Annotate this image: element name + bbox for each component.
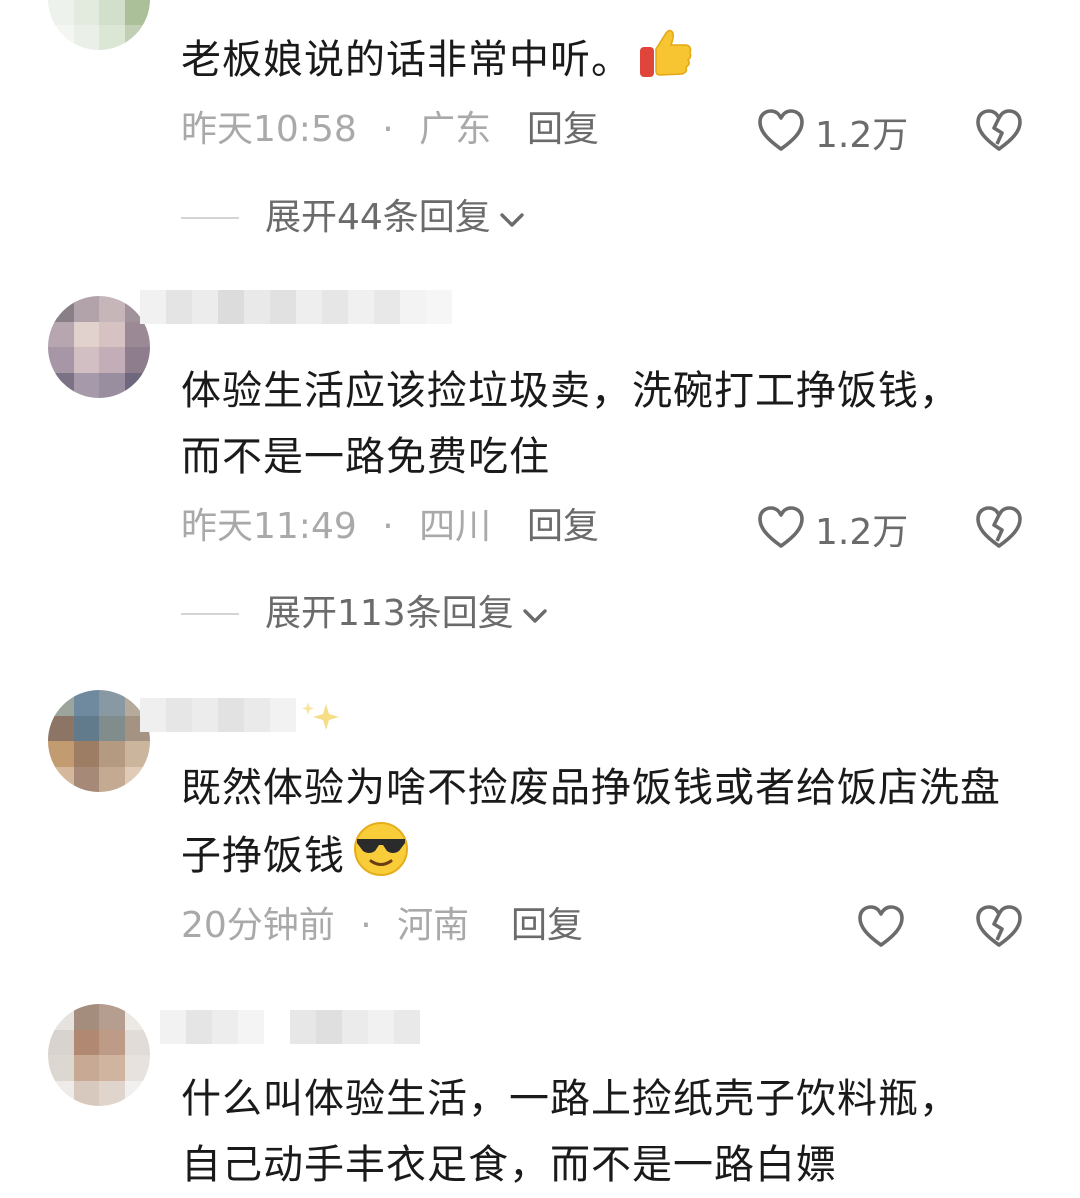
meta-separator: ·	[360, 905, 372, 946]
comment-text: 体验生活应该捡垃圾卖，洗碗打工挣饭钱，而不是一路免费吃住	[181, 368, 960, 480]
expand-replies-button[interactable]: 展开113条回复	[181, 592, 548, 636]
comment-meta: 20分钟前 · 河南	[181, 904, 469, 948]
comment-time: 昨天10:58	[181, 109, 357, 150]
comment-time: 昨天11:49	[181, 506, 357, 547]
comment-meta: 昨天10:58 · 广东	[181, 108, 491, 152]
comment-location: 四川	[419, 506, 492, 547]
reply-button[interactable]: 回复	[511, 904, 583, 948]
sunglasses-face-icon	[351, 821, 411, 897]
comment-meta: 昨天11:49 · 四川	[181, 505, 491, 549]
comment-text: 既然体验为啥不捡废品挣饭钱或者给饭店洗盘子挣饭钱	[181, 755, 1011, 897]
dislike-button[interactable]	[975, 505, 1023, 553]
broken-heart-icon	[975, 108, 1023, 156]
comment-text: 老板娘说的话非常中听。	[181, 27, 1011, 101]
like-button[interactable]: 1.2万	[757, 505, 908, 560]
heart-icon	[857, 904, 905, 959]
like-count: 1.2万	[815, 114, 909, 156]
expand-replies-button[interactable]: 展开44条回复	[181, 196, 525, 240]
expand-replies-label: 展开44条回复	[265, 197, 491, 238]
username-blurred	[140, 290, 452, 324]
avatar[interactable]	[48, 690, 150, 792]
heart-icon	[757, 108, 805, 163]
avatar[interactable]	[48, 1004, 150, 1106]
chevron-down-icon	[522, 592, 548, 636]
reply-button[interactable]: 回复	[527, 108, 599, 152]
avatar[interactable]	[48, 296, 150, 398]
avatar[interactable]	[48, 0, 150, 50]
chevron-down-icon	[499, 196, 525, 240]
comment-location: 河南	[397, 905, 470, 946]
dislike-button[interactable]	[975, 108, 1023, 156]
meta-separator: ·	[382, 109, 394, 150]
divider-line	[181, 613, 239, 615]
comment-location: 广东	[419, 109, 492, 150]
like-count: 1.2万	[815, 511, 909, 553]
thumbs-up-icon	[638, 27, 694, 101]
sparkle-icon	[296, 700, 344, 740]
comment-text: 什么叫体验生活，一路上捡纸壳子饮料瓶，自己动手丰衣足食，而不是一路白嫖	[181, 1076, 960, 1188]
like-button[interactable]	[857, 904, 915, 959]
heart-icon	[757, 505, 805, 560]
divider-line	[181, 217, 239, 219]
reply-button[interactable]: 回复	[527, 505, 599, 549]
username-blurred	[160, 1010, 420, 1044]
broken-heart-icon	[975, 505, 1023, 553]
expand-replies-label: 展开113条回复	[265, 593, 514, 634]
like-button[interactable]: 1.2万	[757, 108, 908, 163]
username-blurred	[140, 698, 296, 732]
meta-separator: ·	[382, 506, 394, 547]
comment-time: 20分钟前	[181, 905, 335, 946]
dislike-button[interactable]	[975, 904, 1023, 952]
broken-heart-icon	[975, 904, 1023, 952]
